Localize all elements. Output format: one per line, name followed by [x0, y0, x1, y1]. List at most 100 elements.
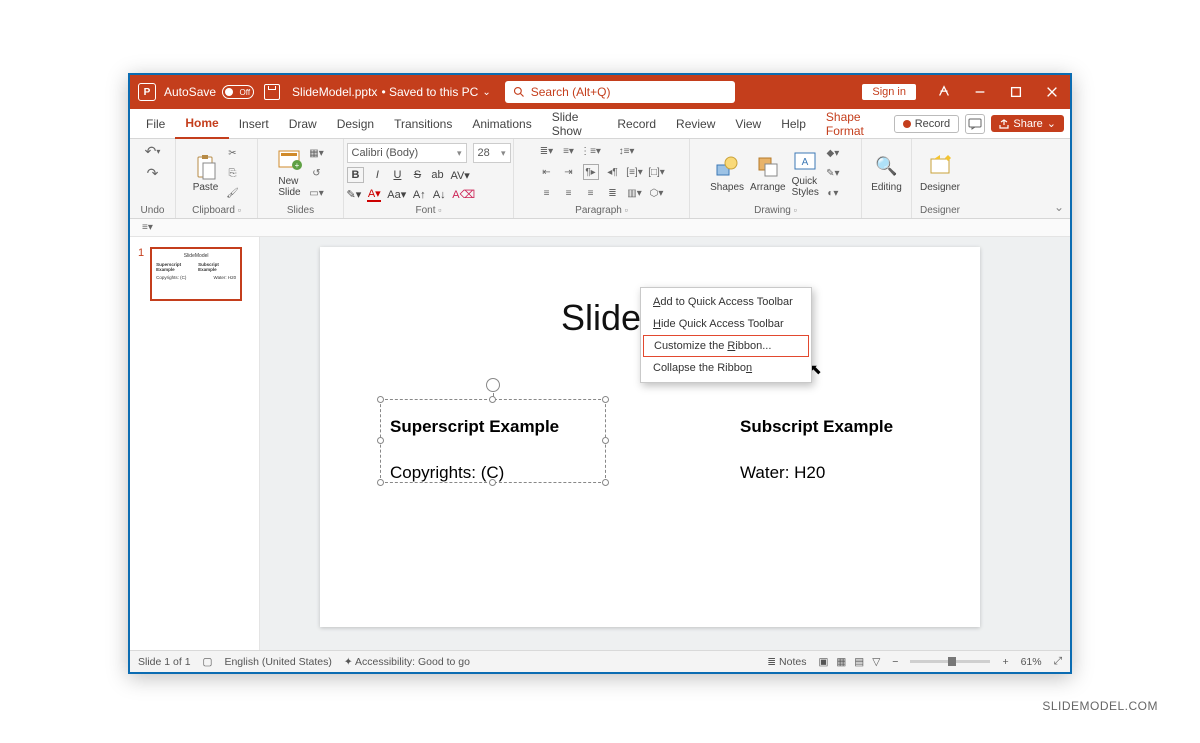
ctx-add-qat[interactable]: Add to Quick Access Toolbar	[641, 291, 811, 313]
numbering-button[interactable]: ≡▾	[561, 143, 577, 159]
title-dropdown-icon[interactable]: ⌄	[482, 87, 490, 98]
align-right-button[interactable]: ≡	[583, 185, 599, 201]
quick-styles-button[interactable]: AQuick Styles	[792, 148, 819, 198]
font-launcher-icon[interactable]: ▫	[438, 205, 441, 215]
tab-review[interactable]: Review	[666, 109, 725, 139]
search-box[interactable]: Search (Alt+Q)	[505, 81, 735, 103]
rtl-button[interactable]: ◂¶	[605, 164, 621, 180]
ctx-customize-ribbon[interactable]: Customize the Ribbon...	[643, 335, 809, 357]
reading-view-icon[interactable]: ▤	[854, 656, 864, 668]
decrease-indent-button[interactable]: ⇤	[539, 164, 555, 180]
bullets-button[interactable]: ≣▾	[539, 143, 555, 159]
autosave-toggle[interactable]: Off	[222, 85, 254, 99]
redo-icon[interactable]: ↷	[145, 165, 161, 181]
thumbnail-preview[interactable]: SlideModel Superscript ExampleSubscript …	[150, 247, 242, 301]
shapes-button[interactable]: Shapes	[710, 154, 744, 193]
new-slide-button[interactable]: + New Slide	[277, 148, 303, 198]
slideshow-view-icon[interactable]: ▽	[872, 656, 880, 668]
highlight-button[interactable]: ✎▾	[347, 188, 362, 201]
maximize-button[interactable]	[998, 75, 1034, 109]
designer-button[interactable]: Designer	[920, 154, 960, 193]
font-color-button[interactable]: A▾	[367, 187, 381, 202]
tab-draw[interactable]: Draw	[279, 109, 327, 139]
resize-handle[interactable]	[602, 437, 609, 444]
tab-shape-format[interactable]: Shape Format	[816, 109, 894, 139]
zoom-thumb[interactable]	[948, 657, 956, 666]
font-size-combo[interactable]: 28▾	[473, 143, 511, 163]
bold-button[interactable]: B	[347, 167, 365, 183]
language-status[interactable]: English (United States)	[224, 656, 331, 668]
collapse-ribbon-icon[interactable]: ⌄	[1054, 200, 1064, 214]
sorter-view-icon[interactable]: ▦	[836, 656, 846, 668]
tab-file[interactable]: File	[136, 109, 175, 139]
justify-button[interactable]: ≣	[605, 185, 621, 201]
share-button[interactable]: Share⌄	[991, 115, 1064, 132]
thumbnail-pane[interactable]: 1 SlideModel Superscript ExampleSubscrip…	[130, 237, 260, 650]
italic-button[interactable]: I	[370, 169, 384, 181]
ctx-hide-qat[interactable]: Hide Quick Access Toolbar	[641, 313, 811, 335]
resize-handle[interactable]	[602, 479, 609, 486]
clear-format-button[interactable]: A⌫	[452, 188, 475, 201]
tab-transitions[interactable]: Transitions	[384, 109, 462, 139]
spellcheck-icon[interactable]: ▢	[203, 656, 213, 668]
rotate-handle-icon[interactable]	[486, 378, 500, 392]
comments-button[interactable]	[965, 114, 985, 134]
paste-button[interactable]: Paste	[193, 154, 219, 193]
coming-soon-icon[interactable]	[926, 75, 962, 109]
minimize-button[interactable]	[962, 75, 998, 109]
reset-icon[interactable]: ↺	[309, 165, 325, 181]
align-center-button[interactable]: ≡	[561, 185, 577, 201]
shape-outline-button[interactable]: ✎▾	[825, 165, 841, 181]
qat-customize-icon[interactable]: ≡▾	[138, 221, 157, 234]
resize-handle[interactable]	[602, 396, 609, 403]
zoom-level[interactable]: 61%	[1021, 656, 1042, 668]
copy-icon[interactable]: ⎘	[225, 165, 241, 181]
notes-button[interactable]: ≣ Notes	[767, 656, 806, 668]
cut-icon[interactable]: ✂	[225, 145, 241, 161]
shadow-button[interactable]: ab	[430, 169, 444, 181]
tab-view[interactable]: View	[725, 109, 771, 139]
paragraph-launcher-icon[interactable]: ▫	[625, 205, 628, 215]
shape-effects-button[interactable]: ◐▾	[825, 185, 841, 201]
resize-handle[interactable]	[377, 479, 384, 486]
right-text-box[interactable]: Subscript Example Water: H20	[740, 417, 893, 483]
thumbnail-item[interactable]: 1 SlideModel Superscript ExampleSubscrip…	[138, 247, 251, 301]
ctx-collapse-ribbon[interactable]: Collapse the Ribbon	[641, 357, 811, 379]
character-spacing-button[interactable]: AV▾	[450, 169, 469, 182]
editing-button[interactable]: 🔍Editing	[871, 154, 902, 193]
arrange-button[interactable]: Arrange	[750, 154, 786, 193]
fit-window-icon[interactable]: ⤢	[1054, 655, 1062, 668]
resize-handle[interactable]	[489, 396, 496, 403]
clipboard-launcher-icon[interactable]: ▫	[238, 205, 241, 215]
tab-record[interactable]: Record	[607, 109, 666, 139]
shrink-font-button[interactable]: A↓	[432, 189, 446, 201]
increase-indent-button[interactable]: ⇥	[561, 164, 577, 180]
align-left-button[interactable]: ≡	[539, 185, 555, 201]
resize-handle[interactable]	[377, 437, 384, 444]
resize-handle[interactable]	[377, 396, 384, 403]
section-icon[interactable]: ▭▾	[309, 185, 325, 201]
save-icon[interactable]	[264, 84, 280, 100]
font-name-combo[interactable]: Calibri (Body)▾	[347, 143, 467, 163]
tab-design[interactable]: Design	[327, 109, 384, 139]
change-case-button[interactable]: Aa▾	[387, 188, 406, 201]
ltr-button[interactable]: ¶▸	[583, 164, 599, 180]
layout-icon[interactable]: ▦▾	[309, 145, 325, 161]
grow-font-button[interactable]: A↑	[412, 189, 426, 201]
resize-handle[interactable]	[489, 479, 496, 486]
accessibility-status[interactable]: ✦ Accessibility: Good to go	[344, 656, 470, 668]
line-spacing-button[interactable]: ↕≡▾	[619, 143, 635, 159]
columns-button[interactable]: ▥▾	[627, 185, 643, 201]
selection-box[interactable]	[380, 399, 606, 483]
sign-in-button[interactable]: Sign in	[862, 84, 916, 100]
tab-help[interactable]: Help	[771, 109, 816, 139]
tab-slideshow[interactable]: Slide Show	[542, 109, 608, 139]
undo-icon[interactable]: ↶▾	[145, 143, 161, 159]
tab-animations[interactable]: Animations	[462, 109, 541, 139]
strike-button[interactable]: S	[410, 169, 424, 181]
list-level-button[interactable]: ⋮≡▾	[583, 143, 599, 159]
smartart-button[interactable]: ⬡▾	[649, 185, 665, 201]
record-button[interactable]: Record	[894, 115, 959, 133]
align-text-button[interactable]: [□]▾	[649, 164, 665, 180]
close-button[interactable]	[1034, 75, 1070, 109]
